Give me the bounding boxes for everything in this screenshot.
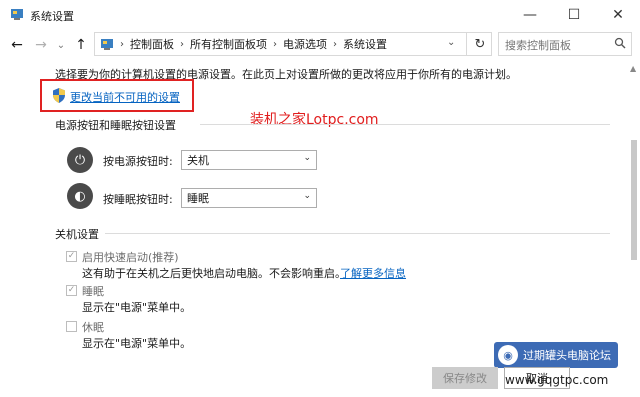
fast-startup-label: 启用快速启动(推荐) [82, 251, 179, 264]
forum-logo-icon: ◉ [498, 345, 518, 365]
breadcrumb-separator: › [120, 38, 124, 50]
title-bar: 系统设置 — ☐ ✕ [0, 0, 640, 30]
control-panel-icon [101, 38, 113, 50]
back-arrow-icon[interactable]: ← [8, 36, 26, 54]
sleep-button-label: 按睡眠按钮时: [103, 193, 173, 206]
minimize-button[interactable]: — [508, 0, 552, 30]
window-title: 系统设置 [30, 10, 74, 23]
refresh-icon[interactable]: ↻ [466, 32, 493, 56]
forum-watermark-text: 过期罐头电脑论坛 [523, 349, 611, 362]
sleep-option-description: 显示在"电源"菜单中。 [82, 301, 192, 314]
control-panel-icon [11, 9, 23, 20]
breadcrumb-power-options[interactable]: 电源选项 [283, 36, 327, 52]
hibernate-checkbox[interactable] [66, 321, 77, 332]
sleep-button-icon: ◐ [67, 183, 93, 209]
scroll-up-icon[interactable]: ▲ [630, 64, 636, 73]
search-icon[interactable] [614, 37, 626, 49]
uac-shield-icon [53, 88, 65, 103]
section-divider [200, 124, 610, 125]
power-button-action-value: 关机 [187, 154, 209, 167]
forum-watermark-badge: ◉ 过期罐头电脑论坛 [494, 342, 618, 368]
section-divider [105, 233, 610, 234]
vertical-scrollbar[interactable]: ▲ [628, 62, 640, 397]
sleep-checkbox[interactable]: ✓ [66, 285, 77, 296]
breadcrumb-all-items[interactable]: 所有控制面板项 [190, 36, 267, 52]
power-button-label: 按电源按钮时: [103, 155, 173, 168]
up-arrow-icon[interactable]: ↑ [72, 36, 90, 54]
recent-locations-chevron-icon[interactable]: ⌄ [52, 36, 70, 54]
watermark-text: 装机之家Lotpc.com [250, 112, 379, 128]
chevron-down-icon: ⌄ [303, 153, 311, 163]
breadcrumb-separator: › [180, 38, 184, 50]
breadcrumb-separator: › [333, 38, 337, 50]
site-watermark-text: www.gqgtpc.com [505, 373, 609, 387]
maximize-button[interactable]: ☐ [552, 0, 596, 30]
search-input[interactable] [499, 33, 617, 57]
learn-more-link[interactable]: 了解更多信息 [340, 265, 406, 281]
hibernate-option-label: 休眠 [82, 321, 104, 334]
address-dropdown-chevron-icon[interactable]: ⌄ [447, 37, 455, 48]
power-buttons-section-title: 电源按钮和睡眠按钮设置 [55, 119, 176, 132]
power-button-icon: ⏻ [67, 147, 93, 173]
breadcrumb-separator: › [273, 38, 277, 50]
power-button-action-select[interactable]: 关机 ⌄ [181, 150, 317, 170]
breadcrumb-system-settings[interactable]: 系统设置 [343, 36, 387, 52]
forward-arrow-icon[interactable]: → [32, 36, 50, 54]
shutdown-section-title: 关机设置 [55, 228, 99, 241]
breadcrumb-control-panel[interactable]: 控制面板 [130, 36, 174, 52]
address-bar[interactable]: › 控制面板 › 所有控制面板项 › 电源选项 › 系统设置 ⌄ [94, 32, 492, 56]
sleep-option-label: 睡眠 [82, 285, 104, 298]
close-button[interactable]: ✕ [596, 0, 640, 30]
search-box[interactable] [498, 32, 632, 57]
change-unavailable-settings-link[interactable]: 更改当前不可用的设置 [70, 89, 180, 105]
sleep-button-action-select[interactable]: 睡眠 ⌄ [181, 188, 317, 208]
save-changes-button[interactable]: 保存修改 [432, 367, 498, 389]
scrollbar-thumb[interactable] [631, 140, 637, 260]
hibernate-option-description: 显示在"电源"菜单中。 [82, 337, 192, 350]
sleep-button-action-value: 睡眠 [187, 192, 209, 205]
fast-startup-checkbox[interactable]: ✓ [66, 251, 77, 262]
fast-startup-description: 这有助于在关机之后更快地启动电脑。不会影响重启。 [82, 267, 346, 280]
chevron-down-icon: ⌄ [303, 191, 311, 201]
